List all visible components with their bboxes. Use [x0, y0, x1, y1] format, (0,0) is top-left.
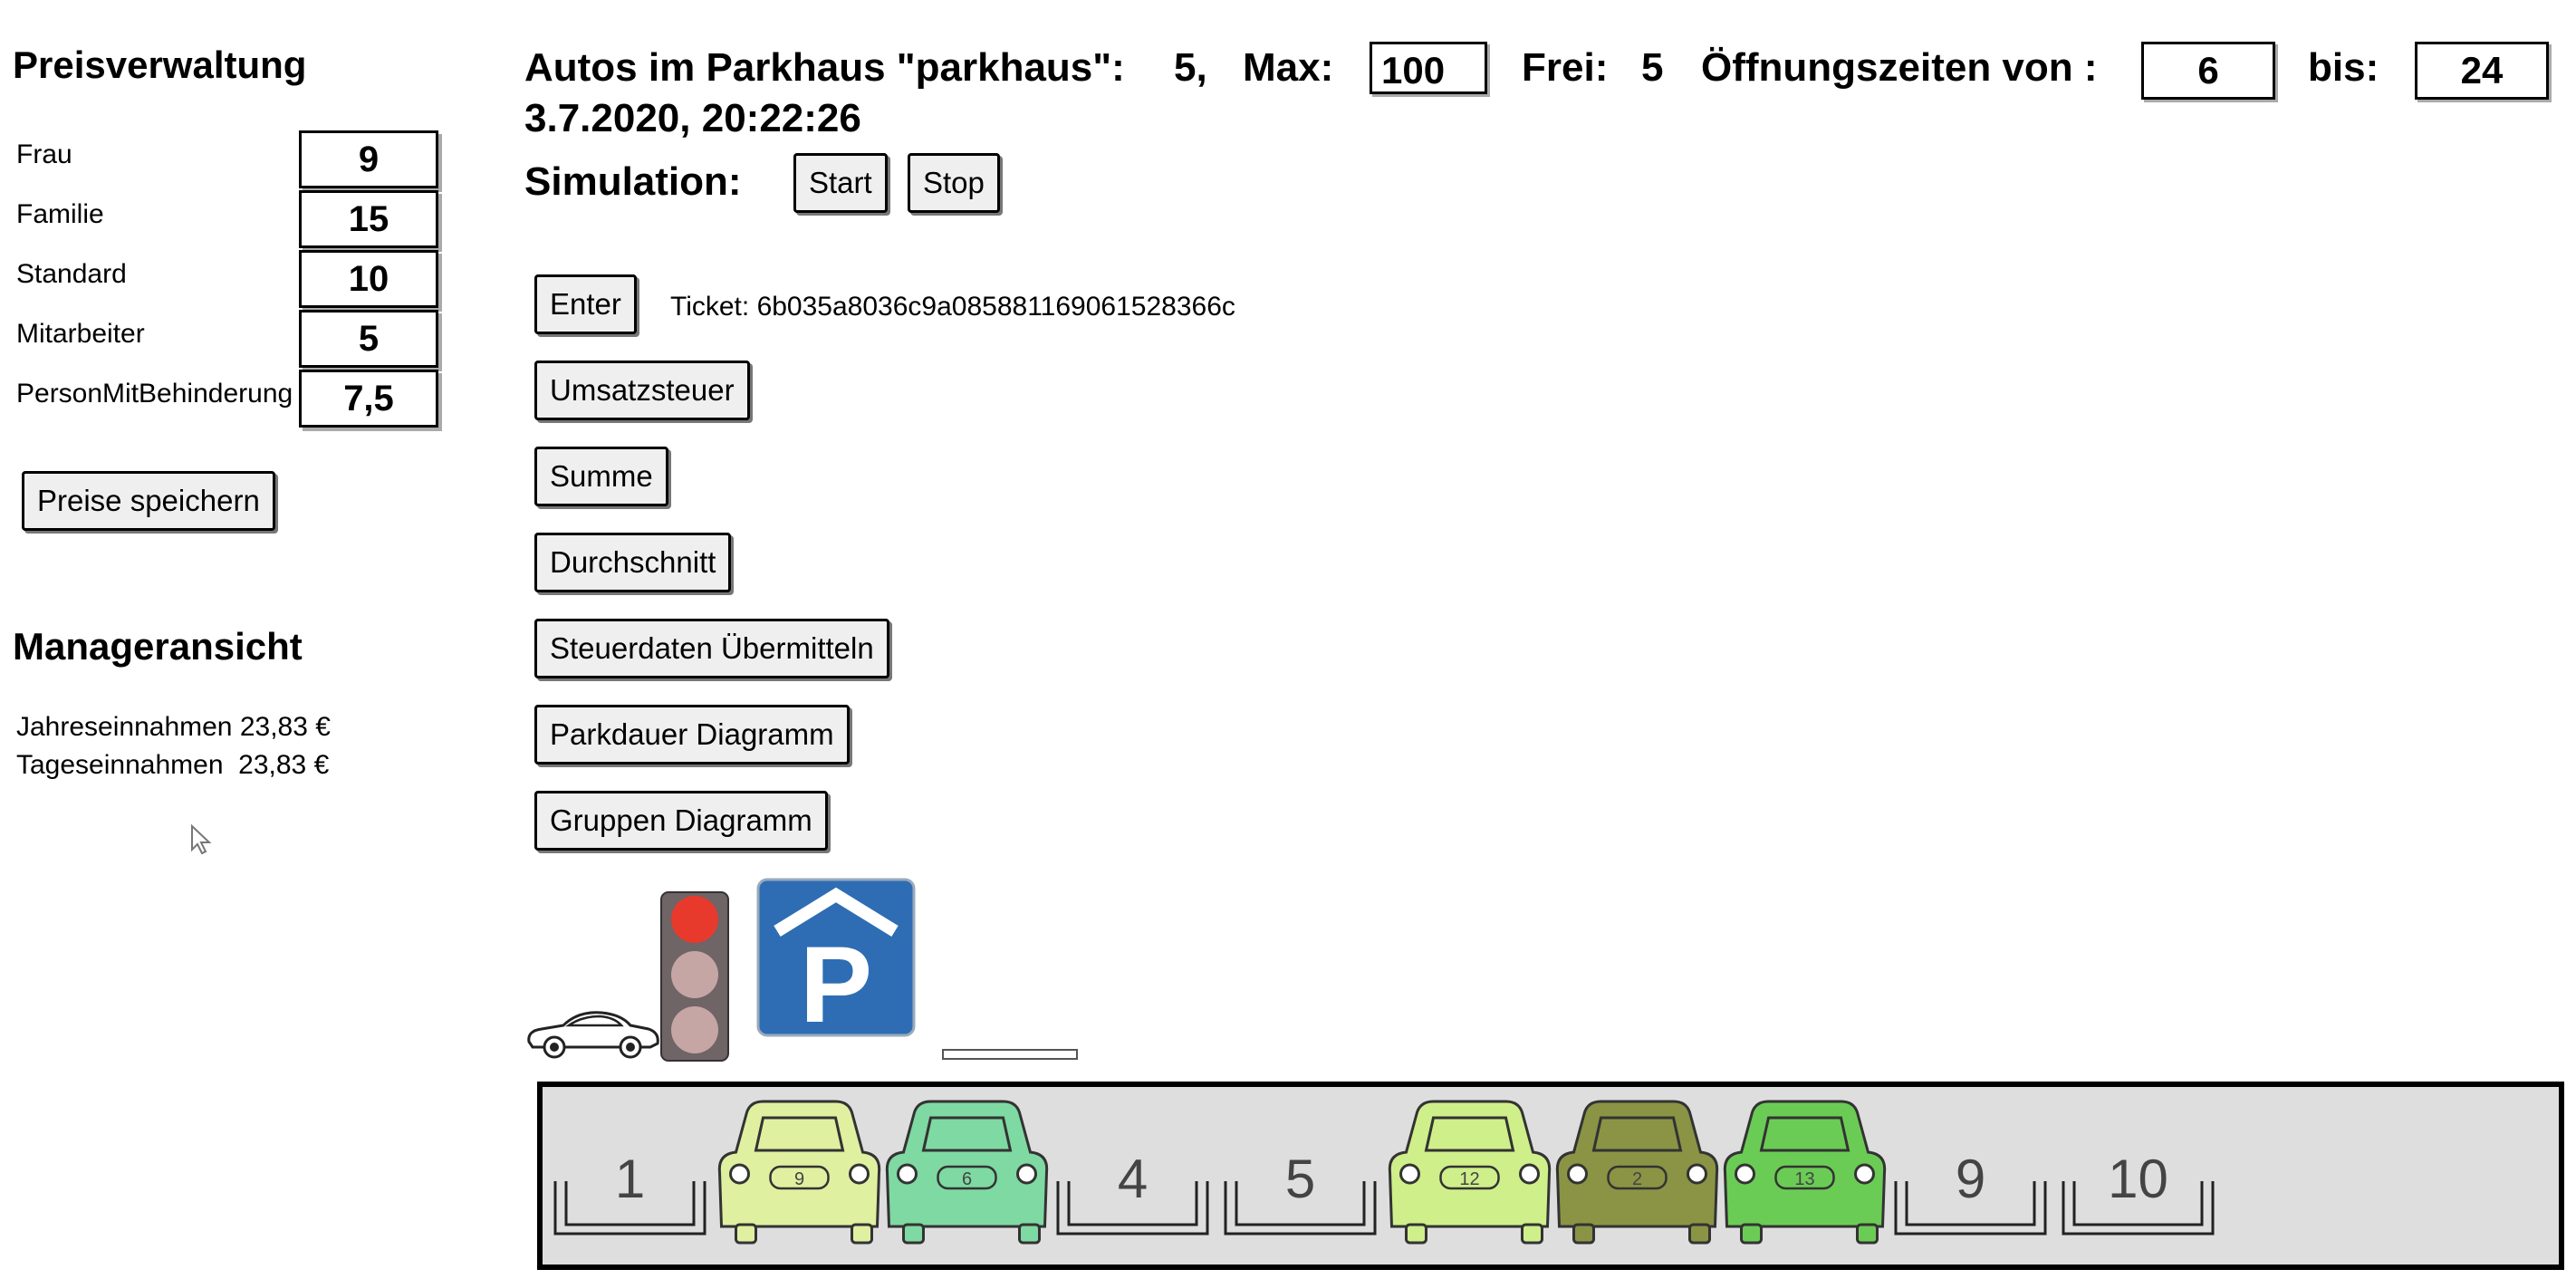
- parked-car: 13: [1723, 1100, 1887, 1245]
- traffic-light-icon: [660, 891, 729, 1062]
- max-label: Max:: [1243, 45, 1334, 90]
- mouse-cursor-icon: [191, 824, 212, 855]
- price-input-frau[interactable]: 9: [299, 130, 438, 188]
- price-input-familie[interactable]: 15: [299, 190, 438, 248]
- parking-garage: 1 9 6 4 5 12 2 13 9 10: [537, 1082, 2564, 1270]
- pricing-label: PersonMitBehinderung: [16, 379, 293, 409]
- simulation-stop-button[interactable]: Stop: [908, 153, 1000, 213]
- car-label: 12: [1459, 1169, 1479, 1189]
- parking-sign-icon: P: [756, 878, 916, 1038]
- daily-revenue: Tageseinnahmen 23,83 €: [16, 750, 330, 780]
- car-wheel-right: [1018, 1223, 1041, 1245]
- car-wheel-right: [1856, 1223, 1879, 1245]
- car-wheel-left: [1572, 1223, 1595, 1245]
- pricing-title: Preisverwaltung: [13, 43, 307, 86]
- car-headlight-left: [729, 1163, 750, 1185]
- slot-number: 10: [2108, 1149, 2168, 1209]
- parked-car: 6: [885, 1100, 1049, 1245]
- opening-to-input[interactable]: 24: [2415, 42, 2549, 100]
- free-label: Frei:: [1522, 45, 1609, 90]
- car-label: 2: [1632, 1169, 1642, 1189]
- car-wheel-right: [1521, 1223, 1543, 1245]
- yearly-revenue: Jahreseinnahmen 23,83 €: [16, 712, 331, 742]
- car-window: [921, 1116, 1013, 1152]
- car-headlight-right: [1854, 1163, 1875, 1185]
- entering-car-icon: [527, 1011, 659, 1059]
- free-count: 5: [1641, 45, 1664, 90]
- car-wheel-left: [902, 1223, 925, 1245]
- car-headlight-left: [897, 1163, 918, 1185]
- pricing-label: Mitarbeiter: [16, 319, 145, 349]
- pricing-label: Standard: [16, 259, 127, 289]
- ticket-id: Ticket: 6b035a8036c9a085881169061528366c: [670, 292, 1235, 322]
- manager-title: Manageransicht: [13, 625, 303, 668]
- slot-number: 9: [1956, 1149, 1985, 1209]
- durchschnitt-button[interactable]: Durchschnitt: [534, 533, 732, 592]
- summe-button[interactable]: Summe: [534, 447, 668, 506]
- car-window: [754, 1116, 845, 1152]
- slot-number: 1: [615, 1149, 645, 1209]
- car-window: [1591, 1116, 1683, 1152]
- car-wheel-right: [1688, 1223, 1711, 1245]
- parkdauer-diagramm-button[interactable]: Parkdauer Diagramm: [534, 705, 850, 765]
- enter-button[interactable]: Enter: [534, 274, 637, 334]
- current-datetime: 3.7.2020, 20:22:26: [524, 96, 861, 140]
- car-label: 13: [1794, 1169, 1814, 1189]
- car-headlight-left: [1735, 1163, 1755, 1185]
- simulation-label: Simulation:: [524, 159, 742, 204]
- car-wheel-left: [735, 1223, 757, 1245]
- car-label: 9: [794, 1169, 804, 1189]
- cars-count: 5,: [1174, 45, 1207, 90]
- simulation-start-button[interactable]: Start: [793, 153, 888, 213]
- opening-to-label: bis:: [2308, 45, 2379, 90]
- slot-number: 4: [1118, 1149, 1148, 1209]
- parked-car: 12: [1388, 1100, 1552, 1245]
- save-prices-button[interactable]: Preise speichern: [22, 471, 275, 531]
- car-headlight-right: [1687, 1163, 1707, 1185]
- gruppen-diagramm-button[interactable]: Gruppen Diagramm: [534, 791, 828, 851]
- car-wheel-left: [1405, 1223, 1427, 1245]
- price-input-standard[interactable]: 10: [299, 250, 438, 308]
- price-input-mitarbeiter[interactable]: 5: [299, 310, 438, 368]
- parking-sign-letter: P: [800, 924, 872, 1038]
- car-headlight-right: [1016, 1163, 1037, 1185]
- pricing-label: Frau: [16, 139, 72, 169]
- car-window: [1759, 1116, 1850, 1152]
- car-wheel-left: [1740, 1223, 1763, 1245]
- parked-car: 9: [717, 1100, 881, 1245]
- opening-from-input[interactable]: 6: [2141, 42, 2275, 100]
- pricing-label: Familie: [16, 199, 104, 229]
- max-input[interactable]: 100: [1370, 42, 1487, 94]
- slot-number: 5: [1285, 1149, 1315, 1209]
- car-window: [1424, 1116, 1515, 1152]
- car-headlight-left: [1399, 1163, 1420, 1185]
- entrance-barrier: [942, 1049, 1078, 1060]
- car-label: 6: [962, 1169, 972, 1189]
- steuerdaten-button[interactable]: Steuerdaten Übermitteln: [534, 619, 889, 678]
- umsatzsteuer-button[interactable]: Umsatzsteuer: [534, 361, 750, 420]
- opening-hours-label: Öffnungszeiten von :: [1701, 45, 2098, 90]
- car-wheel-right: [851, 1223, 873, 1245]
- car-headlight-right: [1519, 1163, 1540, 1185]
- parked-car: 2: [1555, 1100, 1719, 1245]
- car-headlight-right: [849, 1163, 870, 1185]
- cars-label: Autos im Parkhaus "parkhaus":: [524, 45, 1125, 90]
- car-headlight-left: [1567, 1163, 1588, 1185]
- price-input-behinderung[interactable]: 7,5: [299, 370, 438, 428]
